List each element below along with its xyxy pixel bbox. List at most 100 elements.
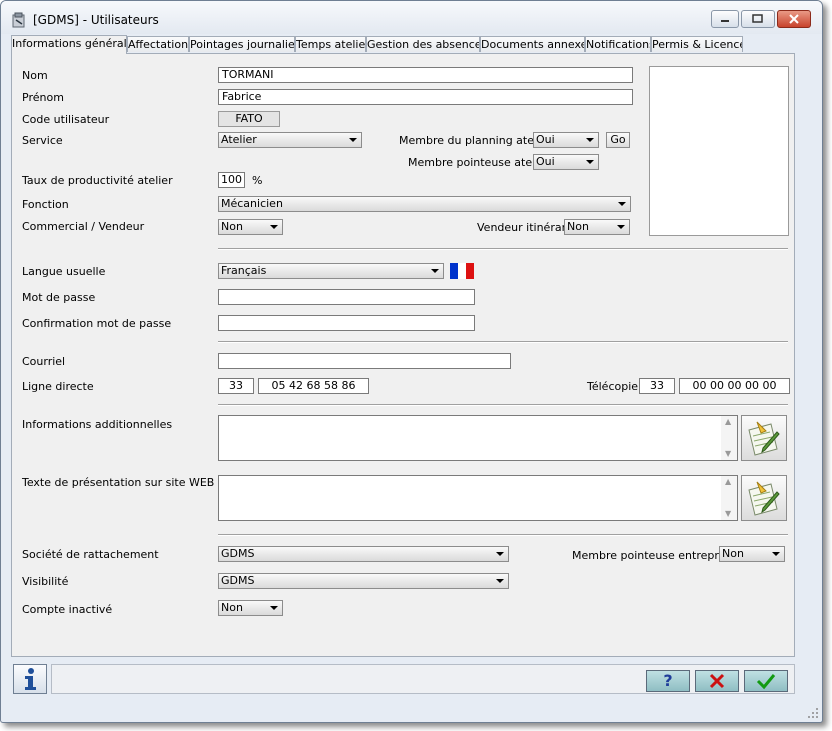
societe-rattachement-label: Société de rattachement bbox=[22, 548, 159, 561]
membre-pointeuse-entreprise-select[interactable]: Non bbox=[719, 546, 785, 562]
membre-planning-value: Oui bbox=[536, 133, 555, 146]
telecopie-prefix-field[interactable]: 33 bbox=[639, 378, 675, 394]
membre-pointeuse-entreprise-value: Non bbox=[722, 547, 744, 560]
texte-presentation-web-label: Texte de présentation sur site WEB bbox=[22, 476, 215, 489]
users-window: [GDMS] - Utilisateurs Informations génér… bbox=[0, 0, 823, 723]
chevron-down-icon bbox=[349, 138, 357, 142]
chevron-down-icon bbox=[496, 552, 504, 556]
vendeur-itinerant-select[interactable]: Non bbox=[564, 219, 630, 235]
separator bbox=[218, 341, 788, 343]
ok-button[interactable] bbox=[744, 670, 788, 692]
langue-usuelle-select[interactable]: Français bbox=[218, 263, 444, 279]
nom-label: Nom bbox=[22, 69, 48, 82]
taux-productivite-label: Taux de productivité atelier bbox=[22, 174, 173, 187]
edit-informations-button[interactable] bbox=[741, 415, 787, 461]
tab-documents-annexes[interactable]: Documents annexes bbox=[480, 36, 585, 52]
code-utilisateur-field: FATO bbox=[218, 111, 280, 127]
close-icon bbox=[789, 14, 799, 24]
chevron-down-icon bbox=[270, 606, 278, 610]
compte-inactive-select[interactable]: Non bbox=[218, 600, 283, 616]
user-photo-frame[interactable] bbox=[649, 66, 789, 236]
taux-productivite-field[interactable]: 100 bbox=[218, 172, 245, 188]
bottom-toolbar: ? bbox=[11, 659, 795, 695]
commercial-vendeur-value: Non bbox=[221, 220, 243, 233]
service-label: Service bbox=[22, 134, 63, 147]
informations-additionnelles-textarea[interactable]: ▲ ▼ bbox=[218, 415, 738, 461]
fonction-select[interactable]: Mécanicien bbox=[218, 196, 631, 212]
visibilite-select[interactable]: GDMS bbox=[218, 573, 509, 589]
help-icon: ? bbox=[663, 671, 673, 690]
membre-planning-select[interactable]: Oui bbox=[533, 132, 599, 148]
service-value: Atelier bbox=[221, 133, 257, 146]
confirmation-mot-de-passe-field[interactable] bbox=[218, 315, 475, 331]
tab-bar: Informations générales Affectations Poin… bbox=[11, 35, 801, 54]
edit-texte-web-button[interactable] bbox=[741, 475, 787, 521]
tab-gestion-absences[interactable]: Gestion des absences bbox=[366, 36, 480, 52]
vendeur-itinerant-label: Vendeur itinérant bbox=[477, 221, 573, 234]
close-button[interactable] bbox=[777, 10, 811, 28]
societe-rattachement-value: GDMS bbox=[221, 547, 255, 560]
commercial-vendeur-label: Commercial / Vendeur bbox=[22, 220, 145, 233]
scrollbar[interactable]: ▲ ▼ bbox=[721, 476, 737, 520]
compte-inactive-label: Compte inactivé bbox=[22, 603, 113, 616]
fonction-label: Fonction bbox=[22, 198, 69, 211]
chevron-down-icon bbox=[270, 225, 278, 229]
separator bbox=[218, 534, 788, 536]
chevron-down-icon bbox=[617, 225, 625, 229]
taux-unit: % bbox=[252, 174, 263, 187]
ok-icon bbox=[756, 674, 776, 690]
window-title: [GDMS] - Utilisateurs bbox=[33, 13, 159, 27]
mot-de-passe-field[interactable] bbox=[218, 289, 475, 305]
telecopie-label: Télécopie bbox=[587, 380, 639, 393]
tab-notifications[interactable]: Notifications bbox=[585, 36, 651, 52]
ligne-directe-number-field[interactable]: 05 42 68 58 86 bbox=[258, 378, 369, 394]
scroll-down-icon: ▼ bbox=[725, 449, 732, 458]
scrollbar[interactable]: ▲ ▼ bbox=[721, 416, 737, 460]
general-info-panel: Nom TORMANI Prénom Fabrice Code utilisat… bbox=[11, 53, 795, 657]
visibilite-value: GDMS bbox=[221, 574, 255, 587]
membre-planning-label: Membre du planning atelier bbox=[399, 134, 552, 147]
ligne-directe-label: Ligne directe bbox=[22, 380, 94, 393]
info-button[interactable] bbox=[13, 664, 47, 694]
resize-grip-icon[interactable] bbox=[807, 707, 819, 719]
minimize-icon bbox=[721, 20, 729, 22]
tab-pointages-journaliers[interactable]: Pointages journaliers bbox=[189, 36, 295, 52]
french-flag-icon bbox=[450, 263, 474, 279]
commercial-vendeur-select[interactable]: Non bbox=[218, 219, 283, 235]
service-select[interactable]: Atelier bbox=[218, 132, 362, 148]
minimize-button[interactable] bbox=[711, 10, 739, 28]
app-icon bbox=[12, 12, 25, 28]
cancel-icon bbox=[709, 673, 725, 689]
separator bbox=[218, 248, 788, 250]
scroll-up-icon: ▲ bbox=[725, 417, 732, 426]
tab-temps-atelier[interactable]: Temps atelier bbox=[295, 36, 366, 52]
membre-pointeuse-atelier-select[interactable]: Oui bbox=[533, 154, 599, 170]
title-bar[interactable]: [GDMS] - Utilisateurs bbox=[1, 1, 822, 34]
chevron-down-icon bbox=[586, 138, 594, 142]
tab-informations-generales[interactable]: Informations générales bbox=[11, 35, 127, 54]
info-icon bbox=[25, 668, 36, 690]
nom-field[interactable]: TORMANI bbox=[218, 67, 633, 83]
fonction-value: Mécanicien bbox=[221, 197, 283, 210]
prenom-field[interactable]: Fabrice bbox=[218, 89, 633, 105]
telecopie-number-field[interactable]: 00 00 00 00 00 bbox=[679, 378, 790, 394]
maximize-button[interactable] bbox=[741, 10, 775, 28]
chevron-down-icon bbox=[431, 269, 439, 273]
courriel-field[interactable] bbox=[218, 353, 511, 369]
tab-permis-licences[interactable]: Permis & Licences bbox=[651, 36, 743, 52]
maximize-icon bbox=[752, 14, 763, 23]
tab-affectations[interactable]: Affectations bbox=[127, 36, 189, 52]
ligne-directe-prefix-field[interactable]: 33 bbox=[218, 378, 254, 394]
texte-presentation-web-textarea[interactable]: ▲ ▼ bbox=[218, 475, 738, 521]
cancel-button[interactable] bbox=[695, 670, 739, 692]
membre-pointeuse-entreprise-label: Membre pointeuse entreprise bbox=[572, 549, 735, 562]
langue-usuelle-label: Langue usuelle bbox=[22, 265, 106, 278]
go-button[interactable]: Go bbox=[606, 132, 630, 148]
chevron-down-icon bbox=[772, 552, 780, 556]
chevron-down-icon bbox=[496, 579, 504, 583]
scroll-down-icon: ▼ bbox=[725, 509, 732, 518]
societe-rattachement-select[interactable]: GDMS bbox=[218, 546, 509, 562]
confirmation-mot-de-passe-label: Confirmation mot de passe bbox=[22, 317, 172, 330]
help-button[interactable]: ? bbox=[646, 670, 690, 692]
mot-de-passe-label: Mot de passe bbox=[22, 291, 96, 304]
